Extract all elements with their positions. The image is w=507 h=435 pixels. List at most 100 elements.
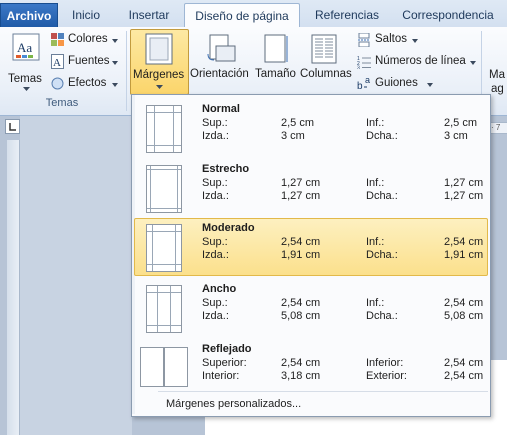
label-top: Superior: [202,357,247,369]
columns-icon [311,34,337,64]
chevron-down-icon [470,61,476,65]
svg-text:b: b [357,81,363,91]
group-separator [126,31,127,111]
value-left: 3 cm [281,130,305,142]
numeros-linea-button[interactable]: 123 Números de línea [356,53,476,71]
ruler-tick: · 7 [491,123,501,132]
margins-icon [145,33,173,65]
guiones-button[interactable]: ba Guiones [356,75,436,93]
ribbon-right-cut-label: Ma [489,69,505,81]
label-right: Dcha.: [366,249,398,261]
fonts-icon: A [51,54,64,69]
tamano-button[interactable]: Tamaño [255,29,297,93]
chevron-down-icon [112,61,118,65]
colores-label: Colores [68,33,108,45]
chevron-down-icon [427,83,433,87]
temas-button[interactable]: Aa Temas [6,31,46,91]
custom-margins-button[interactable]: Márgenes personalizados... [166,398,301,410]
margin-option-title: Ancho [202,283,237,295]
value-right: 3 cm [444,130,468,142]
tab-selector[interactable] [5,119,20,134]
value-top: 2,54 cm [281,297,321,309]
value-bottom: 2,5 cm [444,117,478,129]
margin-option-reflejado[interactable]: Reflejado Superior: 2,54 cm Inferior: 2,… [134,339,488,397]
label-right: Dcha.: [366,130,398,142]
themes-icon: Aa [12,33,40,61]
menu-separator [158,391,488,392]
tab-inicio[interactable]: Inicio [64,4,108,26]
value-top: 2,54 cm [281,236,321,248]
label-left: Izda.: [202,190,229,202]
ribbon-tab-strip: Archivo Inicio Insertar Diseño de página… [0,0,507,29]
value-bottom: 2,54 cm [444,236,484,248]
margin-option-estrecho[interactable]: Estrecho Sup.: 1,27 cm Inf.: 1,27 cm Izd… [134,159,488,217]
label-bottom: Inf.: [366,236,385,248]
line-numbers-icon: 123 [357,56,371,69]
label-bottom: Inferior: [366,357,404,369]
tab-insertar[interactable]: Insertar [118,4,180,26]
size-icon [264,34,288,63]
value-bottom: 1,27 cm [444,177,484,189]
orientacion-button[interactable]: Orientación [190,29,254,93]
fuentes-button[interactable]: A Fuentes [50,53,122,71]
colores-button[interactable]: Colores [50,31,122,49]
tab-correspondencia[interactable]: Correspondencia [396,4,500,26]
margin-option-title: Moderado [202,222,255,234]
margenes-button[interactable]: Márgenes [130,29,189,95]
margin-option-title: Normal [202,103,240,115]
breaks-icon [358,33,370,47]
value-bottom: 2,54 cm [444,297,484,309]
efectos-button[interactable]: Efectos [50,75,122,93]
value-left: 1,91 cm [281,249,321,261]
tamano-label: Tamaño [255,68,296,80]
label-bottom: Inf.: [366,297,385,309]
margin-option-normal[interactable]: Normal Sup.: 2,5 cm Inf.: 2,5 cm Izda.: … [134,99,488,157]
value-top: 1,27 cm [281,177,321,189]
saltos-label: Saltos [375,33,407,45]
temas-label: Temas [8,73,42,85]
label-right: Dcha.: [366,190,398,202]
label-right: Dcha.: [366,310,398,322]
temas-group-label: Temas [45,97,79,109]
numeros-linea-label: Números de línea [375,55,466,67]
tab-referencias[interactable]: Referencias [306,4,388,26]
label-left: Izda.: [202,310,229,322]
fuentes-label: Fuentes [68,55,110,67]
mirrored-pages-icon [140,347,188,387]
margin-option-ancho[interactable]: Ancho Sup.: 2,54 cm Inf.: 2,54 cm Izda.:… [134,279,488,337]
colors-icon [51,33,64,46]
label-bottom: Inf.: [366,177,385,189]
chevron-down-icon [23,87,30,91]
page-margin-icon [146,224,182,272]
margins-dropdown: Normal Sup.: 2,5 cm Inf.: 2,5 cm Izda.: … [131,94,491,417]
svg-text:a: a [365,76,370,85]
value-right: 1,91 cm [444,249,484,261]
saltos-button[interactable]: Saltos [356,31,456,49]
horizontal-ruler[interactable]: · 7 [490,122,507,134]
label-top: Sup.: [202,177,228,189]
ribbon-right-cut-label-2: ag [491,83,504,95]
value-top: 2,5 cm [281,117,315,129]
tab-diseno-de-pagina[interactable]: Diseño de página [184,3,300,28]
chevron-down-icon [412,39,418,43]
orientacion-label: Orientación [190,68,249,80]
tab-archivo[interactable]: Archivo [0,3,58,29]
tab-stop-icon [9,123,16,131]
document-background [20,116,132,435]
svg-text:A: A [53,57,61,69]
value-left: 5,08 cm [281,310,321,322]
efectos-label: Efectos [68,77,107,89]
page-margin-icon [146,105,182,153]
svg-text:Aa: Aa [17,40,32,55]
value-bottom: 2,54 cm [444,357,484,369]
columnas-button[interactable]: Columnas [298,29,352,93]
page-margin-icon [146,165,182,213]
hyphenation-icon: ba [357,76,370,91]
vertical-ruler[interactable] [7,140,20,435]
margin-option-moderado[interactable]: Moderado Sup.: 2,54 cm Inf.: 2,54 cm Izd… [134,218,488,276]
chevron-down-icon [112,83,118,87]
value-top: 2,54 cm [281,357,321,369]
value-outer: 2,54 cm [444,370,484,382]
label-inner: Interior: [202,370,240,382]
chevron-down-icon [112,39,118,43]
